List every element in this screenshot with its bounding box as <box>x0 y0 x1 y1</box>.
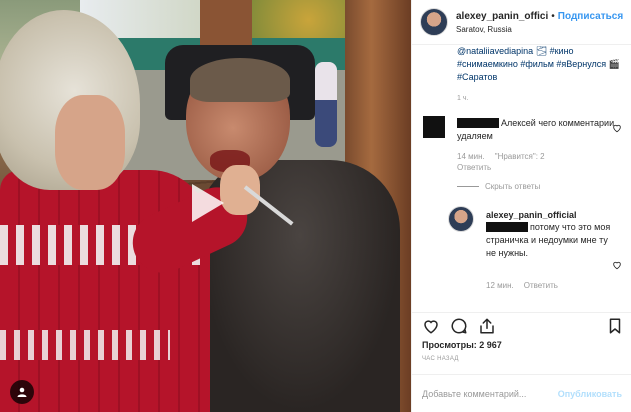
author-avatar[interactable] <box>420 8 448 36</box>
background-person <box>315 62 337 147</box>
share-icon[interactable] <box>478 317 496 335</box>
separator-dot: • <box>551 10 555 22</box>
play-icon[interactable] <box>180 178 230 228</box>
action-bar <box>412 312 631 340</box>
reply-meta: 12 мин. Ответить <box>486 281 568 290</box>
reply-link[interactable]: Ответить <box>457 163 491 172</box>
views-count[interactable]: Просмотры: 2 967 <box>422 340 502 350</box>
reply-time: 12 мин. <box>486 281 514 290</box>
header-line: alexey_panin_offici • Подписаться <box>456 11 631 22</box>
reply-like-icon[interactable] <box>612 260 622 270</box>
reply-author-username[interactable]: alexey_panin_official <box>486 210 577 220</box>
comment-like-icon[interactable] <box>612 123 622 133</box>
post-timestamp: ЧАС НАЗАД <box>422 356 459 362</box>
man-hair <box>190 58 290 102</box>
comment-likes[interactable]: "Нравится": 2 <box>495 152 545 161</box>
hide-replies-toggle[interactable]: Скрыть ответы <box>457 182 540 191</box>
woman-face <box>55 95 125 190</box>
caption-time: 1 ч. <box>457 95 469 102</box>
author-username[interactable]: alexey_panin_offici <box>456 11 548 22</box>
reply-author-avatar[interactable] <box>448 206 474 232</box>
caption-hashtags[interactable]: @nataliiavediapina 🌫 #кино #снимаемкино … <box>457 45 627 84</box>
heart-icon[interactable] <box>422 317 440 335</box>
location-link[interactable]: Saratov, Russia <box>456 25 631 34</box>
comment-input[interactable]: Добавьте комментарий... <box>422 389 558 399</box>
follow-button[interactable]: Подписаться <box>558 11 623 22</box>
comment-meta: 14 мин. "Нравится": 2 Ответить <box>457 151 555 173</box>
post-header: alexey_panin_offici • Подписаться Saratov,… <box>412 0 631 45</box>
reply-reply-link[interactable]: Ответить <box>524 281 558 290</box>
comment-time: 14 мин. <box>457 152 485 161</box>
post-video[interactable] <box>0 0 411 412</box>
hide-replies-label: Скрыть ответы <box>485 182 541 191</box>
post-sidebar: alexey_panin_offici • Подписаться Saratov,… <box>411 0 631 412</box>
header-text: alexey_panin_offici • Подписаться Saratov,… <box>456 11 631 34</box>
bookmark-icon[interactable] <box>606 317 624 335</box>
comment-icon[interactable] <box>450 317 468 335</box>
publish-button[interactable]: Опубликовать <box>558 389 622 399</box>
comments-list[interactable]: @nataliiavediapina 🌫 #кино #снимаемкино … <box>412 45 631 310</box>
mention-redacted[interactable] <box>486 222 528 232</box>
replies-divider <box>457 186 479 187</box>
commenter-name-redacted[interactable] <box>457 118 499 128</box>
user-tag-icon[interactable] <box>10 380 34 404</box>
commenter-avatar-redacted[interactable] <box>423 116 445 138</box>
add-comment-bar: Добавьте комментарий... Опубликовать <box>412 374 631 412</box>
sweater-pattern-lower <box>0 330 170 360</box>
